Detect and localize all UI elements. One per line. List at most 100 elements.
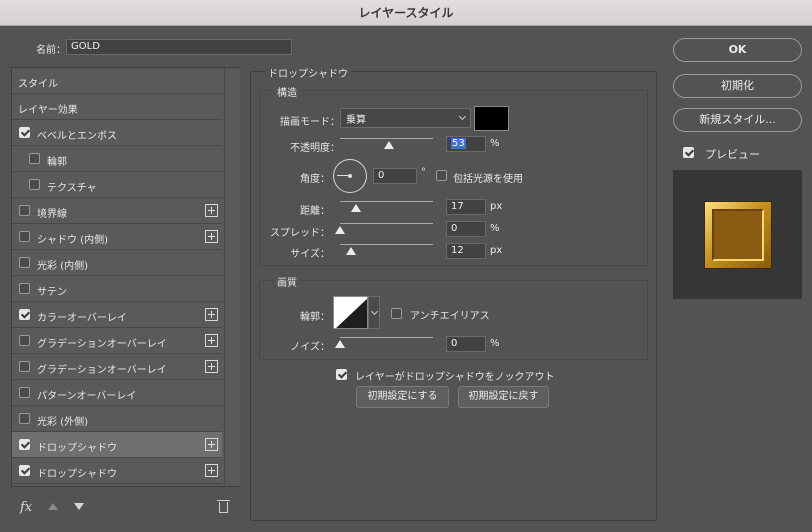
spread-slider-thumb[interactable]: [335, 226, 345, 234]
noise-input[interactable]: 0: [446, 336, 486, 352]
style-item-label: パターンオーバーレイ: [37, 391, 137, 402]
opacity-slider-track: [340, 138, 433, 139]
add-effect-icon[interactable]: [205, 360, 218, 373]
contour-preview[interactable]: [333, 296, 368, 329]
contour-label: 輪郭：: [300, 312, 330, 323]
style-item-label: グラデーションオーバーレイ: [37, 339, 167, 350]
style-item[interactable]: グラデーションオーバーレイ: [12, 328, 222, 354]
ok-button[interactable]: OK: [673, 38, 802, 62]
angle-dial-needle: [337, 175, 350, 176]
style-item[interactable]: レイヤー効果: [12, 94, 222, 120]
spread-label: スプレッド：: [270, 228, 330, 239]
size-label: サイズ：: [290, 249, 330, 260]
style-item-checkbox[interactable]: [19, 205, 30, 216]
style-item[interactable]: 輪郭: [12, 146, 222, 172]
fx-icon[interactable]: fx: [20, 500, 32, 515]
styles-list: スタイルレイヤー効果ベベルとエンボス輪郭テクスチャ 境界線シャドウ (内側) 光彩 …: [11, 67, 240, 487]
style-item-label: シャドウ (内側): [37, 235, 108, 246]
size-unit: px: [490, 245, 503, 256]
preview-checkbox[interactable]: [683, 147, 694, 158]
angle-input[interactable]: 0: [373, 168, 417, 184]
move-down-icon[interactable]: [74, 503, 84, 510]
add-effect-icon[interactable]: [205, 308, 218, 321]
style-item-checkbox[interactable]: [29, 179, 40, 190]
preview-label: プレビュー: [705, 148, 760, 161]
add-effect-icon[interactable]: [205, 464, 218, 477]
angle-label: 角度：: [300, 174, 330, 185]
style-item-checkbox[interactable]: [19, 465, 30, 476]
new-style-button[interactable]: 新規スタイル...: [673, 108, 802, 132]
spread-input[interactable]: 0: [446, 221, 486, 237]
shadow-color-swatch[interactable]: [474, 106, 509, 131]
drop-shadow-panel: ドロップシャドウ 構造 描画モード： 乗算 不透明度： 53 % 角度： 0 °…: [250, 65, 657, 521]
style-item-checkbox[interactable]: [19, 387, 30, 398]
style-item[interactable]: シャドウ (内側): [12, 224, 222, 250]
style-item-checkbox[interactable]: [19, 257, 30, 268]
add-effect-icon[interactable]: [205, 230, 218, 243]
chevron-down-icon: [370, 307, 379, 316]
style-item-label: 光彩 (内側): [37, 261, 88, 272]
style-item[interactable]: ドロップシャドウ: [12, 432, 222, 458]
move-up-icon[interactable]: [48, 503, 58, 510]
style-item-label: ベベルとエンボス: [37, 131, 117, 142]
make-default-button[interactable]: 初期設定にする: [356, 386, 449, 408]
style-item[interactable]: サテン: [12, 276, 222, 302]
quality-title: 画質: [274, 274, 300, 289]
size-slider-track: [340, 244, 433, 245]
trash-icon[interactable]: [217, 500, 230, 513]
style-item[interactable]: 光彩 (外側): [12, 406, 222, 432]
style-item[interactable]: ドロップシャドウ: [12, 458, 222, 484]
section-title: ドロップシャドウ: [265, 65, 351, 80]
style-item[interactable]: テクスチャ: [12, 172, 222, 198]
reset-default-button[interactable]: 初期設定に戻す: [458, 386, 549, 408]
style-item-checkbox[interactable]: [19, 309, 30, 320]
distance-input[interactable]: 17: [446, 199, 486, 215]
style-item-label: 輪郭: [47, 157, 67, 168]
name-input[interactable]: GOLD: [66, 39, 292, 55]
style-item-label: ドロップシャドウ: [37, 469, 117, 480]
size-slider-thumb[interactable]: [346, 247, 357, 255]
style-item-label: グラデーションオーバーレイ: [37, 365, 167, 376]
add-effect-icon[interactable]: [205, 204, 218, 217]
reset-button[interactable]: 初期化: [673, 74, 802, 98]
style-item-checkbox[interactable]: [19, 413, 30, 424]
noise-slider-thumb[interactable]: [335, 340, 345, 348]
style-item[interactable]: スタイル: [12, 68, 222, 94]
style-item-checkbox[interactable]: [19, 361, 30, 372]
style-item-checkbox[interactable]: [19, 231, 30, 242]
style-item-checkbox[interactable]: [19, 127, 30, 138]
gold-swatch-preview: [704, 201, 772, 269]
angle-dial[interactable]: [333, 159, 367, 193]
quality-group: 画質 輪郭： アンチエイリアス ノイズ： 0 %: [259, 274, 648, 360]
distance-slider-thumb[interactable]: [350, 204, 361, 212]
global-light-checkbox[interactable]: [436, 170, 447, 181]
styles-toolbar: fx: [11, 495, 240, 521]
structure-group: 構造 描画モード： 乗算 不透明度： 53 % 角度： 0 ° 包括光源を使用 …: [259, 84, 648, 266]
style-item-checkbox[interactable]: [19, 283, 30, 294]
style-item-checkbox[interactable]: [19, 335, 30, 346]
style-item[interactable]: 境界線: [12, 198, 222, 224]
knockout-label: レイヤーがドロップシャドウをノックアウト: [355, 372, 555, 383]
styles-list-scrollbar[interactable]: [224, 68, 240, 486]
add-effect-icon[interactable]: [205, 438, 218, 451]
global-light-label: 包括光源を使用: [453, 174, 523, 185]
opacity-input[interactable]: 53: [446, 136, 486, 152]
style-item[interactable]: パターンオーバーレイ: [12, 380, 222, 406]
opacity-slider-thumb[interactable]: [384, 141, 395, 149]
blend-mode-select[interactable]: 乗算: [340, 108, 471, 128]
style-item-checkbox[interactable]: [29, 153, 40, 164]
add-effect-icon[interactable]: [205, 334, 218, 347]
style-preview: [673, 170, 802, 299]
style-item[interactable]: 光彩 (内側): [12, 250, 222, 276]
style-item[interactable]: グラデーションオーバーレイ: [12, 354, 222, 380]
style-item-label: ドロップシャドウ: [37, 443, 117, 454]
contour-dropdown[interactable]: [368, 296, 380, 329]
style-item-checkbox[interactable]: [19, 439, 30, 450]
style-item-label: スタイル: [18, 79, 58, 90]
style-item[interactable]: カラーオーバーレイ: [12, 302, 222, 328]
antialias-checkbox[interactable]: [391, 308, 402, 319]
size-input[interactable]: 12: [446, 243, 486, 259]
distance-unit: px: [490, 201, 503, 212]
knockout-checkbox[interactable]: [336, 369, 347, 380]
style-item[interactable]: ベベルとエンボス: [12, 120, 222, 146]
